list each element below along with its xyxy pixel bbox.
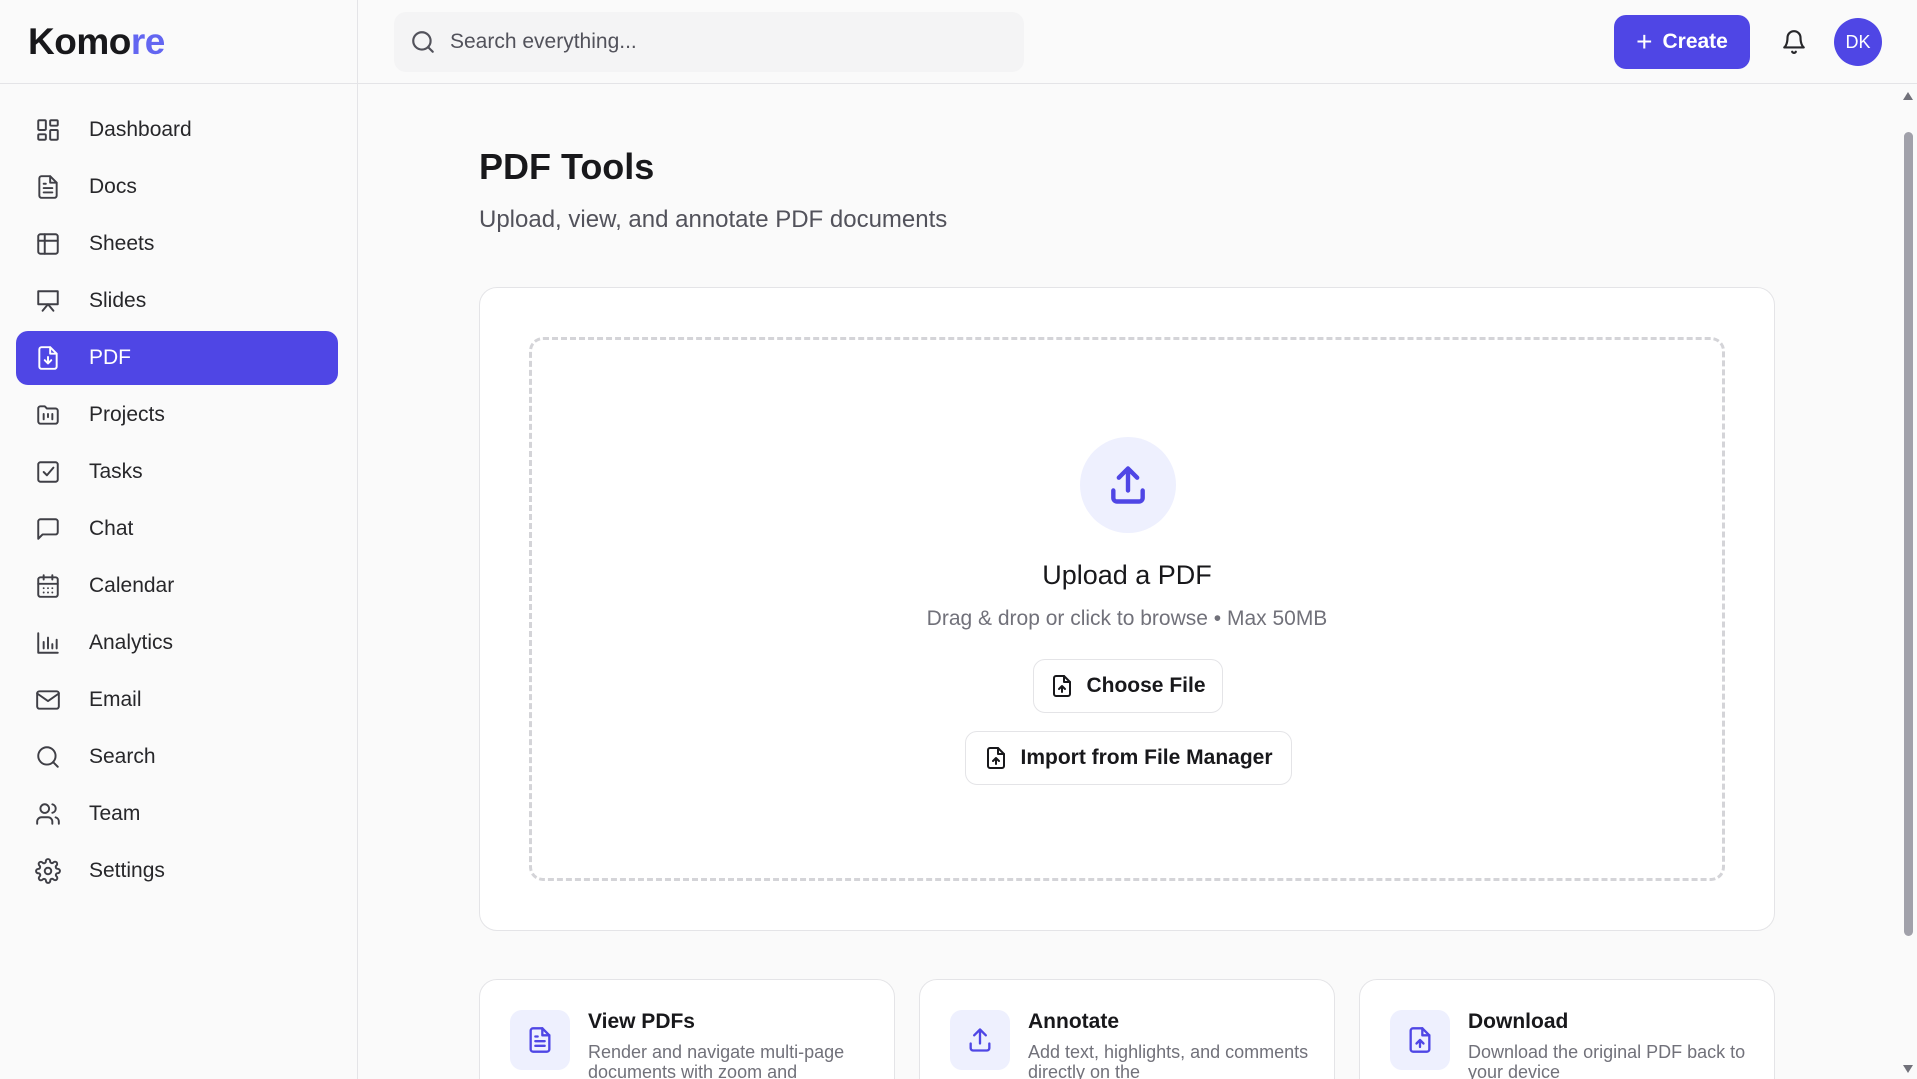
upload-title: Upload a PDF [1042, 560, 1212, 590]
sidebar-item-slides[interactable]: Slides [16, 274, 338, 328]
topbar: + Create DK [358, 0, 1917, 84]
sidebar-item-label: Docs [89, 175, 137, 198]
feature-card-download: Download Download the original PDF back … [1359, 979, 1775, 1079]
sidebar-item-label: Tasks [89, 460, 143, 483]
feature-description: Add text, highlights, and comments direc… [1028, 1042, 1309, 1079]
users-icon [34, 800, 62, 828]
sidebar-nav: Dashboard Docs Sheets Slides PDF Project… [0, 84, 357, 898]
sidebar-item-label: Dashboard [89, 118, 192, 141]
brand-prefix: Komo [28, 20, 131, 62]
chat-icon [34, 515, 62, 543]
brand-suffix: re [130, 20, 165, 62]
bell-icon [1783, 30, 1805, 54]
choose-file-label: Choose File [1086, 674, 1206, 697]
feature-card-annotate: Annotate Add text, highlights, and comme… [919, 979, 1335, 1079]
sidebar-item-pdf[interactable]: PDF [16, 331, 338, 385]
upload-icon [950, 1010, 1010, 1070]
folder-icon [34, 401, 62, 429]
document-icon [510, 1010, 570, 1070]
checkbox-icon [34, 458, 62, 486]
sidebar-item-chat[interactable]: Chat [16, 502, 338, 556]
upload-card: Upload a PDF Drag & drop or click to bro… [479, 287, 1775, 931]
upload-icon-badge [1080, 437, 1176, 533]
search-icon [412, 31, 434, 53]
sidebar-item-analytics[interactable]: Analytics [16, 616, 338, 670]
search-icon [34, 743, 62, 771]
dashboard-icon [34, 116, 62, 144]
main-scrollbar[interactable] [1899, 84, 1917, 1079]
file-upload-icon [1053, 675, 1072, 697]
sidebar-item-docs[interactable]: Docs [16, 160, 338, 214]
sidebar-item-dashboard[interactable]: Dashboard [16, 103, 338, 157]
import-file-manager-label: Import from File Manager [1020, 746, 1273, 769]
sidebar-item-label: Slides [89, 289, 147, 312]
sidebar-item-label: Sheets [89, 232, 155, 255]
sidebar-item-label: Chat [89, 517, 134, 540]
gear-icon [34, 857, 62, 885]
sidebar-item-settings[interactable]: Settings [16, 844, 338, 898]
sidebar-item-calendar[interactable]: Calendar [16, 559, 338, 613]
upload-icon [1111, 466, 1145, 504]
main-content: PDF Tools Upload, view, and annotate PDF… [358, 84, 1899, 1079]
scroll-up-arrow-icon[interactable] [1903, 92, 1913, 100]
sidebar-item-sheets[interactable]: Sheets [16, 217, 338, 271]
feature-title: Download [1468, 1010, 1569, 1033]
sidebar-item-label: Settings [89, 859, 165, 882]
feature-title: Annotate [1028, 1010, 1119, 1033]
presentation-icon [34, 287, 62, 315]
sidebar-item-label: Search [89, 745, 156, 768]
upload-hint: Drag & drop or click to browse • Max 50M… [926, 607, 1328, 630]
sidebar-item-label: Team [89, 802, 141, 825]
file-upload-icon [987, 747, 1006, 769]
document-icon [34, 173, 62, 201]
import-file-manager-button[interactable]: Import from File Manager [965, 731, 1292, 785]
sidebar-item-label: PDF [89, 346, 131, 369]
choose-file-button[interactable]: Choose File [1033, 659, 1223, 713]
sidebar-item-label: Projects [89, 403, 165, 426]
feature-description: Download the original PDF back to your d… [1468, 1042, 1746, 1079]
search-input[interactable] [450, 30, 990, 54]
sidebar-item-search[interactable]: Search [16, 730, 338, 784]
create-button-label: Create [1662, 30, 1728, 53]
sidebar: Komo re Dashboard Docs Sheets Slides PDF … [0, 0, 358, 1079]
page-title: PDF Tools [479, 146, 655, 187]
notifications-button[interactable] [1778, 26, 1810, 58]
sidebar-item-projects[interactable]: Projects [16, 388, 338, 442]
table-icon [34, 230, 62, 258]
plus-icon: + [1636, 26, 1653, 57]
sidebar-item-team[interactable]: Team [16, 787, 338, 841]
pdf-dropzone[interactable]: Upload a PDF Drag & drop or click to bro… [529, 337, 1725, 881]
scroll-down-arrow-icon[interactable] [1903, 1065, 1913, 1073]
scrollbar-thumb[interactable] [1904, 132, 1913, 936]
page-subtitle: Upload, view, and annotate PDF documents [479, 206, 948, 233]
sidebar-item-label: Calendar [89, 574, 175, 597]
bar-chart-icon [34, 629, 62, 657]
global-search[interactable] [394, 12, 1024, 72]
feature-title: View PDFs [588, 1010, 695, 1033]
pdf-icon [34, 344, 62, 372]
sidebar-item-email[interactable]: Email [16, 673, 338, 727]
mail-icon [34, 686, 62, 714]
sidebar-item-tasks[interactable]: Tasks [16, 445, 338, 499]
sidebar-item-label: Analytics [89, 631, 174, 654]
sidebar-item-label: Email [89, 688, 142, 711]
feature-card-view: View PDFs Render and navigate multi-page… [479, 979, 895, 1079]
create-button[interactable]: + Create [1614, 15, 1750, 69]
avatar[interactable]: DK [1834, 18, 1882, 66]
calendar-icon [34, 572, 62, 600]
file-upload-icon [1390, 1010, 1450, 1070]
brand-logo[interactable]: Komo re [0, 0, 357, 84]
feature-description: Render and navigate multi-page documents… [588, 1042, 845, 1079]
